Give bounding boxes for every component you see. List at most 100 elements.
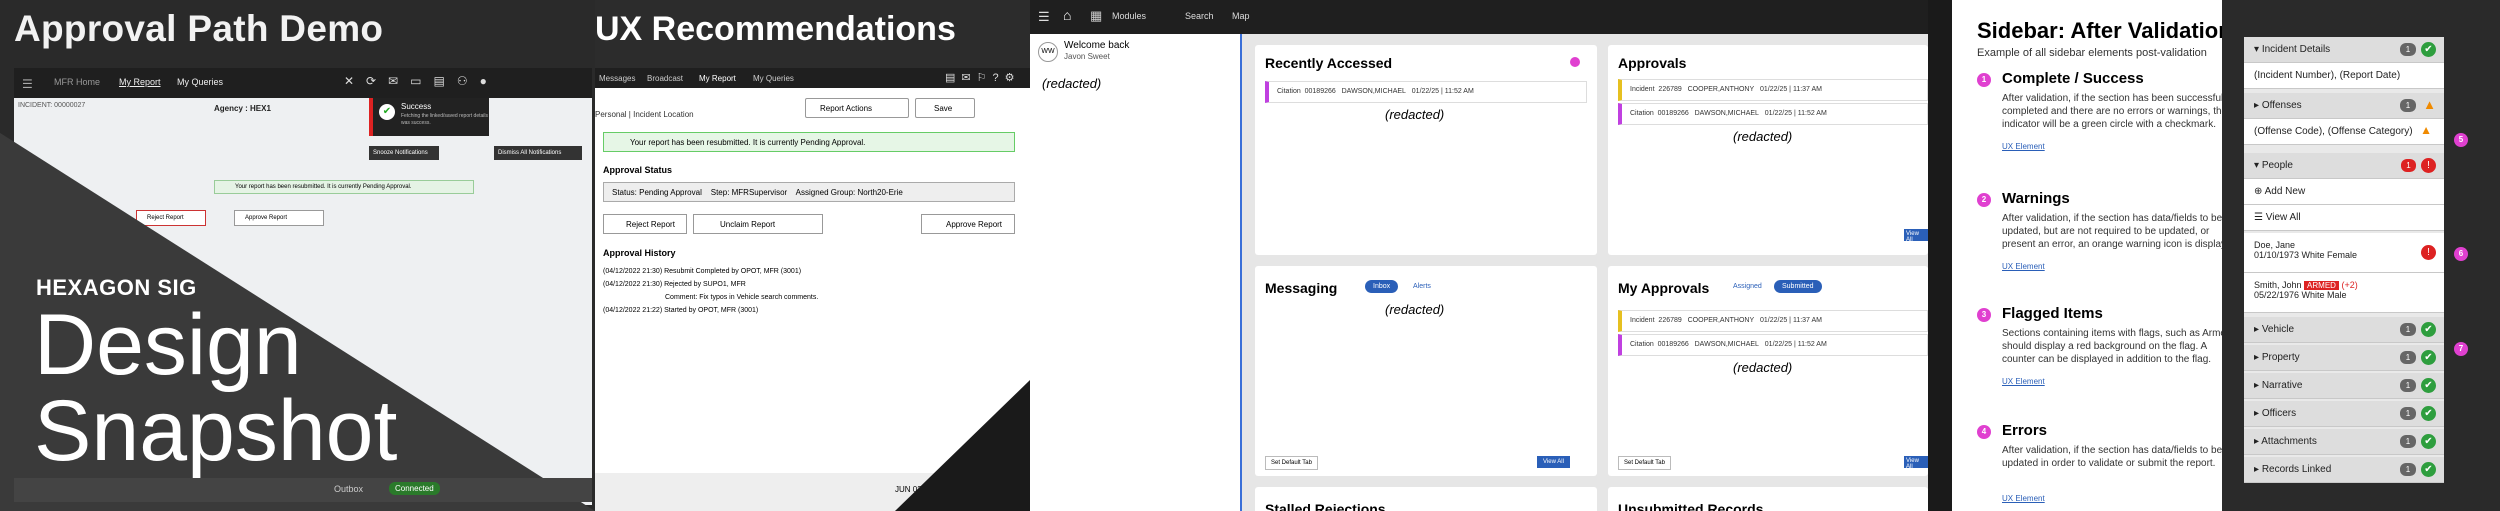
redacted-text: (redacted) <box>1733 129 1793 144</box>
count-badge: 1 <box>2400 351 2416 364</box>
recent-row[interactable]: Citation 00189266 DAWSON,MICHAEL 01/22/2… <box>1265 81 1587 103</box>
toolbar-icons[interactable]: ▤✉⚐?⚙ <box>945 71 1020 84</box>
tab-submitted[interactable]: Submitted <box>1774 280 1822 293</box>
set-default-tab-button[interactable]: Set Default Tab <box>1618 456 1671 470</box>
report-actions-dropdown[interactable]: Report Actions <box>805 98 909 118</box>
ux-element-link[interactable]: UX Element <box>2002 262 2045 271</box>
add-new-button[interactable]: ⊕ Add New <box>2244 179 2444 205</box>
tab-broadcast[interactable]: Broadcast <box>647 74 683 83</box>
menu-modules[interactable]: Modules <box>1112 11 1146 21</box>
home-icon[interactable]: ⌂ <box>1063 7 1071 23</box>
callout-7: 7 <box>2454 342 2468 356</box>
callout-6: 6 <box>2454 247 2468 261</box>
person-row[interactable]: Smith, John ARMED (+2) 05/22/1976 White M… <box>2244 273 2444 313</box>
sidebar-item[interactable]: ▸ Narrative 1 ✔ <box>2244 373 2444 399</box>
person-name: Smith, John <box>2254 280 2302 290</box>
toolbar-icons[interactable]: ✕⟳✉▭▤⚇● <box>344 74 499 88</box>
toast-message: Fetching the linked/saved report details… <box>401 113 488 126</box>
tab-assigned[interactable]: Assigned <box>1733 283 1762 290</box>
reject-report-button[interactable]: Reject Report <box>603 214 687 234</box>
count-badge: 1 <box>2400 407 2416 420</box>
tab-my-queries[interactable]: My Queries <box>177 77 223 87</box>
view-all-button[interactable]: View All <box>1904 456 1928 470</box>
history-comment: Comment: Fix typos in Vehicle search com… <box>665 294 819 301</box>
row-type: Incident <box>1630 86 1655 93</box>
row-name: DAWSON,MICHAEL <box>1341 88 1406 95</box>
approval-row[interactable]: Incident 226789 COOPER,ANTHONY 01/22/25 … <box>1618 79 1928 101</box>
doc-subtitle: Example of all sidebar elements post-val… <box>1977 47 2207 59</box>
connected-badge: Connected <box>389 482 440 495</box>
tab-mfr-home[interactable]: MFR Home <box>54 77 100 87</box>
agency-label: Agency : HEX1 <box>214 104 271 113</box>
sidebar-item-offenses[interactable]: ▸ Offenses 1 ▲ <box>2244 93 2444 119</box>
doc-section: 1 Complete / Success After validation, if … <box>1952 70 2222 180</box>
person-row[interactable]: Doe, Jane 01/10/1973 White Female! <box>2244 233 2444 273</box>
view-all-button[interactable]: View All <box>1904 229 1928 243</box>
check-icon: ✔ <box>2421 434 2436 449</box>
approve-report-button[interactable]: Approve Report <box>921 214 1015 234</box>
snooze-button[interactable]: Snooze Notifications <box>369 146 439 160</box>
menu-search[interactable]: Search <box>1185 11 1214 21</box>
approval-row[interactable]: Incident 226789 COOPER,ANTHONY 01/22/25 … <box>1618 310 1928 332</box>
sidebar-item[interactable]: ▸ Records Linked 1 ✔ <box>2244 457 2444 483</box>
approval-row[interactable]: Citation 00189266 DAWSON,MICHAEL 01/22/2… <box>1618 103 1928 125</box>
section-body: Sections containing items with flags, su… <box>2002 328 2222 365</box>
item-label: Records Linked <box>2261 464 2332 475</box>
count-badge: 1 <box>2400 43 2416 56</box>
error-icon: ! <box>2421 245 2436 260</box>
menu-icon[interactable]: ☰ <box>1038 9 1050 25</box>
menu-icon[interactable]: ☰ <box>22 77 33 91</box>
grid-icon[interactable]: ▦ <box>1090 8 1102 24</box>
count-badge: 1 <box>2400 323 2416 336</box>
item-label: Offenses <box>2261 100 2302 111</box>
offense-summary-text: (Offense Code), (Offense Category) <box>2254 126 2413 137</box>
check-icon: ✔ <box>2421 406 2436 421</box>
view-all-button[interactable]: ☰ View All <box>2244 205 2444 231</box>
avatar: WW <box>1038 42 1058 62</box>
section-body: After validation, if the section has dat… <box>2002 445 2222 469</box>
set-default-tab-button[interactable]: Set Default Tab <box>1265 456 1318 470</box>
ux-element-link[interactable]: UX Element <box>2002 142 2045 151</box>
sidebar-item[interactable]: ▸ Vehicle 1 ✔ <box>2244 317 2444 343</box>
count-badge: 1 <box>2400 99 2416 112</box>
recently-accessed-card: Recently Accessed Citation 00189266 DAWS… <box>1255 45 1597 255</box>
pending-banner: Your report has been resubmitted. It is … <box>214 180 474 194</box>
reject-button[interactable]: Reject Report <box>136 210 206 226</box>
resubmitted-banner: Your report has been resubmitted. It is … <box>603 132 1015 152</box>
tab-my-report[interactable]: My Report <box>119 77 161 87</box>
left-sidebar: WW Welcome back Javon Sweet (redacted) <box>1030 34 1242 511</box>
sidebar-item[interactable]: ▸ Attachments 1 ✔ <box>2244 429 2444 455</box>
tab-alerts[interactable]: Alerts <box>1413 283 1431 290</box>
ux-element-link[interactable]: UX Element <box>2002 377 2045 386</box>
ux-element-link[interactable]: UX Element <box>2002 494 2045 503</box>
save-button[interactable]: Save <box>915 98 975 118</box>
dismiss-button[interactable]: Dismiss All Notifications <box>494 146 582 160</box>
history-item: (04/12/2022 21:30) Rejected by SUPO1, MF… <box>603 281 746 288</box>
sidebar-item[interactable]: ▸ Property 1 ✔ <box>2244 345 2444 371</box>
item-label: People <box>2261 160 2293 171</box>
redacted-text: (redacted) <box>1385 302 1445 317</box>
row-date: 01/22/25 | 11:52 AM <box>1764 110 1827 117</box>
view-all-button[interactable]: View All <box>1537 456 1570 468</box>
approval-row[interactable]: Citation 00189266 DAWSON,MICHAEL 01/22/2… <box>1618 334 1928 356</box>
tab-my-queries[interactable]: My Queries <box>753 74 794 83</box>
approve-button[interactable]: Approve Report <box>234 210 324 226</box>
row-id: 226789 <box>1658 317 1682 324</box>
sidebar-item-incident[interactable]: ▾ Incident Details 1 ✔ <box>2244 37 2444 63</box>
redacted-text: (redacted) <box>1385 107 1445 122</box>
unclaim-report-button[interactable]: Unclaim Report <box>693 214 823 234</box>
tab-messages[interactable]: Messages <box>599 74 635 83</box>
row-name: COOPER,ANTHONY <box>1687 317 1755 324</box>
section-title: UX Recommendations <box>595 10 956 48</box>
sidebar-item[interactable]: ▸ Officers 1 ✔ <box>2244 401 2444 427</box>
tab-bar: Messages Broadcast My Report My Queries … <box>595 68 1030 88</box>
item-label: Property <box>2261 352 2300 363</box>
callout-number: 4 <box>1977 425 1991 439</box>
card-title: Approvals <box>1618 55 1687 71</box>
tab-my-report[interactable]: My Report <box>699 74 736 83</box>
sidebar-item-people[interactable]: ▾ People 1! <box>2244 153 2444 179</box>
menu-map[interactable]: Map <box>1232 11 1250 21</box>
card-title: My Approvals <box>1618 280 1710 296</box>
section-heading: Errors <box>2002 422 2048 439</box>
tab-inbox[interactable]: Inbox <box>1365 280 1399 293</box>
